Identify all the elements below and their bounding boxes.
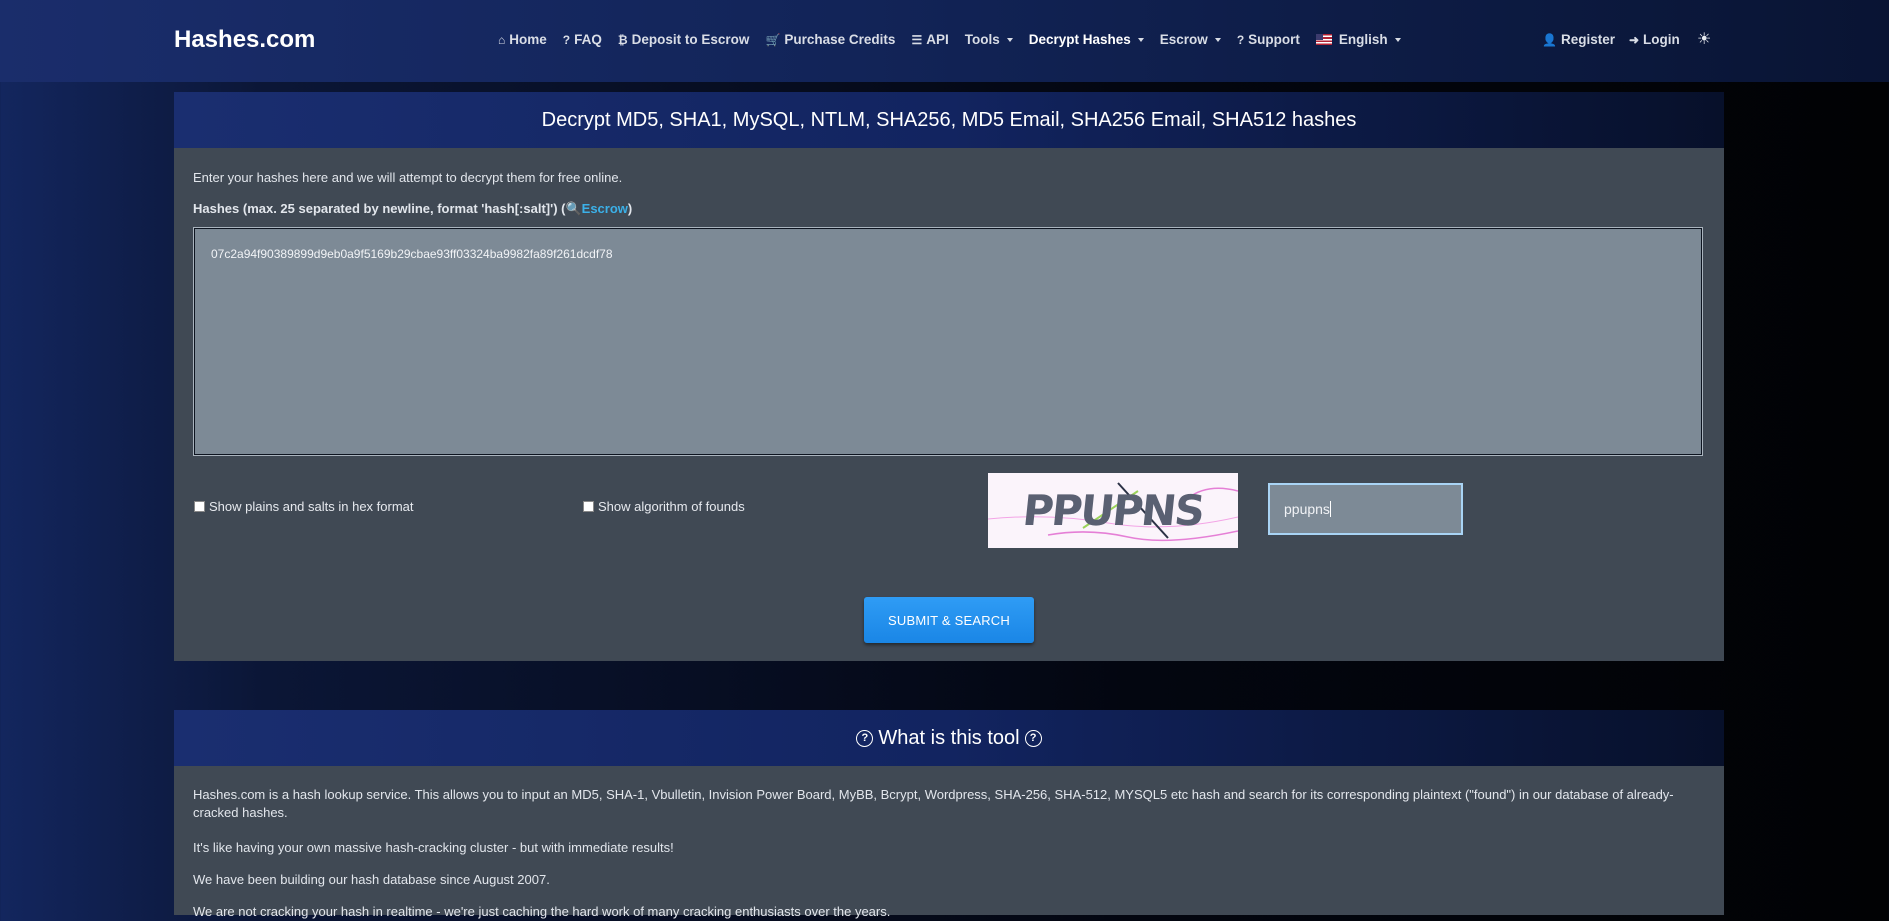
brand-logo[interactable]: Hashes.com <box>174 26 315 54</box>
sign-in-icon: ➜ <box>1628 32 1640 47</box>
question-circle-icon: ? <box>856 729 874 747</box>
text-cursor <box>1329 501 1331 517</box>
nav-register[interactable]: 👤 Register <box>1542 32 1615 47</box>
nav-purchase[interactable]: 🛒 Purchase Credits <box>765 32 895 47</box>
question-circle-icon: ? <box>1024 729 1042 747</box>
info-paragraph-3: We have been building our hash database … <box>193 872 550 887</box>
nav-escrow-dropdown[interactable]: Escrow <box>1160 32 1221 47</box>
caret-down-icon <box>1394 37 1401 42</box>
nav-home[interactable]: ⌂ Home <box>498 32 547 47</box>
captcha-image: PPUPNS <box>988 473 1238 548</box>
algorithm-checkbox[interactable] <box>583 501 594 512</box>
info-card-header: ? What is this tool ? <box>174 710 1724 766</box>
hashes-textarea[interactable]: 07c2a94f90389899d9eb0a9f5169b29cbae93ff0… <box>193 227 1703 456</box>
info-paragraph-2: It's like having your own massive hash-c… <box>193 840 674 855</box>
info-card-title: What is this tool <box>878 726 1020 749</box>
info-card: ? What is this tool ? Hashes.com is a ha… <box>174 710 1724 919</box>
decrypt-card: Decrypt MD5, SHA1, MySQL, NTLM, SHA256, … <box>174 92 1724 661</box>
nav-api[interactable]: ☰ API <box>911 32 948 47</box>
nav-login[interactable]: ➜ Login <box>1629 32 1680 47</box>
caret-down-icon <box>1006 37 1013 42</box>
nav-language-dropdown[interactable]: English <box>1315 32 1401 47</box>
cart-icon: 🛒 <box>765 32 781 47</box>
home-icon: ⌂ <box>498 32 506 47</box>
captcha-input[interactable]: ppupns <box>1268 483 1463 535</box>
auth-nav: 👤 Register ➜ Login <box>1542 32 1680 47</box>
caret-down-icon <box>1137 37 1144 42</box>
question-icon: ? <box>1236 32 1245 47</box>
bitcoin-icon: ₿ <box>617 32 628 47</box>
algorithm-option[interactable]: Show algorithm of founds <box>583 499 745 514</box>
question-icon: ? <box>562 32 571 47</box>
captcha-text: PPUPNS <box>1020 486 1206 535</box>
hex-format-checkbox[interactable] <box>194 501 205 512</box>
caret-down-icon <box>1214 37 1221 42</box>
nav-faq[interactable]: ? FAQ <box>563 32 602 47</box>
info-paragraph-1: Hashes.com is a hash lookup service. Thi… <box>193 787 1674 820</box>
hashes-label: Hashes (max. 25 separated by newline, fo… <box>193 201 633 216</box>
escrow-link[interactable]: 🔍Escrow <box>565 201 627 216</box>
decrypt-card-title: Decrypt MD5, SHA1, MySQL, NTLM, SHA256, … <box>174 92 1724 148</box>
search-icon: 🔍 <box>565 201 582 216</box>
theme-toggle-sun-icon[interactable]: ☀ <box>1697 29 1711 49</box>
us-flag-icon <box>1315 34 1332 45</box>
intro-text: Enter your hashes here and we will attem… <box>193 170 623 185</box>
submit-search-button[interactable]: SUBMIT & SEARCH <box>864 597 1034 643</box>
user-plus-icon: 👤 <box>1542 32 1557 47</box>
top-navbar: Hashes.com ⌂ Home ? FAQ ₿ Deposit to Escrow… <box>0 0 1889 82</box>
nav-support[interactable]: ? Support <box>1237 32 1300 47</box>
main-nav: ⌂ Home ? FAQ ₿ Deposit to Escrow 🛒 Purchase … <box>498 32 1401 47</box>
nav-decrypt-dropdown[interactable]: Decrypt Hashes <box>1029 32 1144 47</box>
list-icon: ☰ <box>911 32 923 47</box>
nav-deposit[interactable]: ₿ Deposit to Escrow <box>618 32 750 47</box>
info-paragraph-4: We are not cracking your hash in realtim… <box>193 904 891 919</box>
hex-format-option[interactable]: Show plains and salts in hex format <box>194 499 414 514</box>
nav-tools-dropdown[interactable]: Tools <box>965 32 1013 47</box>
